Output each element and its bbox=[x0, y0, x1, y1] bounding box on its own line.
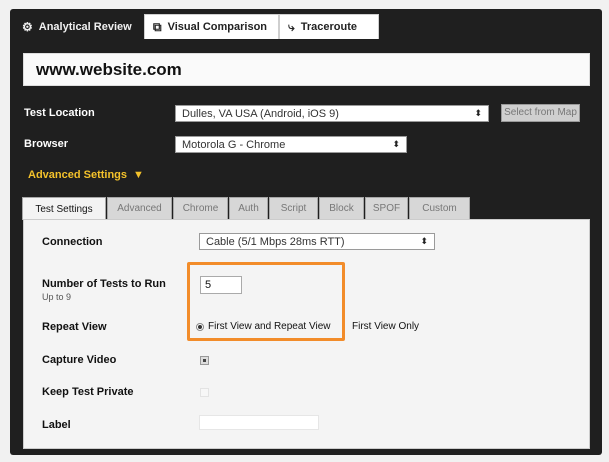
tab-chrome[interactable]: Chrome bbox=[173, 197, 228, 219]
test-location-select[interactable]: Dulles, VA USA (Android, iOS 9) ⬍ bbox=[175, 105, 489, 122]
select-arrow-icon: ⬍ bbox=[474, 108, 482, 118]
select-arrow-icon: ⬍ bbox=[420, 236, 428, 246]
keep-private-checkbox[interactable] bbox=[200, 388, 209, 397]
radio-label: First View Only bbox=[352, 321, 420, 332]
test-location-label: Test Location bbox=[24, 107, 95, 119]
tab-analytical-review[interactable]: ⚙ Analytical Review bbox=[14, 14, 142, 39]
tab-spof[interactable]: SPOF bbox=[365, 197, 408, 219]
advanced-settings-label: Advanced Settings bbox=[28, 169, 128, 181]
advanced-settings-toggle[interactable]: Advanced Settings ▼ bbox=[28, 169, 144, 181]
tab-custom[interactable]: Custom bbox=[409, 197, 470, 219]
test-settings-panel: Connection Cable (5/1 Mbps 28ms RTT) ⬍ N… bbox=[23, 219, 590, 449]
keep-private-label: Keep Test Private bbox=[42, 386, 134, 398]
tab-label: Traceroute bbox=[300, 21, 357, 33]
capture-video-checkbox[interactable] bbox=[200, 356, 209, 365]
tab-label: Analytical Review bbox=[38, 20, 132, 33]
connection-select[interactable]: Cable (5/1 Mbps 28ms RTT) ⬍ bbox=[199, 233, 435, 250]
tab-block[interactable]: Block bbox=[319, 197, 364, 219]
num-tests-sublabel: Up to 9 bbox=[42, 292, 72, 302]
capture-video-label: Capture Video bbox=[42, 354, 117, 366]
tab-advanced[interactable]: Advanced bbox=[107, 197, 172, 219]
highlight-box bbox=[187, 262, 345, 341]
browser-select[interactable]: Motorola G - Chrome ⬍ bbox=[175, 136, 407, 153]
browser-label: Browser bbox=[24, 138, 69, 150]
tab-traceroute[interactable]: ⤷ Traceroute bbox=[279, 14, 379, 39]
radio-first-view-only[interactable]: First View Only bbox=[352, 321, 419, 332]
connection-label: Connection bbox=[42, 236, 103, 248]
select-arrow-icon: ⬍ bbox=[392, 139, 400, 149]
num-tests-label: Number of Tests to Run bbox=[42, 278, 166, 290]
connection-value: Cable (5/1 Mbps 28ms RTT) bbox=[206, 235, 345, 248]
tab-auth[interactable]: Auth bbox=[229, 197, 268, 219]
browser-value: Motorola G - Chrome bbox=[182, 138, 286, 151]
traceroute-icon: ⤷ bbox=[288, 20, 295, 34]
repeat-view-label: Repeat View bbox=[42, 321, 107, 333]
top-tab-bar: ⚙ Analytical Review ⧉ Visual Comparison … bbox=[10, 9, 602, 39]
select-from-map-button[interactable]: Select from Map bbox=[501, 104, 580, 122]
tab-script[interactable]: Script bbox=[269, 197, 318, 219]
caret-down-icon: ▼ bbox=[133, 169, 144, 181]
gear-icon: ⚙ bbox=[22, 19, 33, 34]
test-location-value: Dulles, VA USA (Android, iOS 9) bbox=[182, 107, 339, 120]
compare-icon: ⧉ bbox=[153, 20, 162, 34]
url-input[interactable]: www.website.com bbox=[23, 53, 590, 86]
tab-visual-comparison[interactable]: ⧉ Visual Comparison bbox=[144, 14, 279, 39]
tab-test-settings[interactable]: Test Settings bbox=[22, 197, 106, 220]
label-input[interactable] bbox=[199, 415, 319, 430]
tab-label: Visual Comparison bbox=[167, 21, 268, 33]
label-label: Label bbox=[42, 419, 71, 431]
test-panel: ⚙ Analytical Review ⧉ Visual Comparison … bbox=[10, 9, 602, 455]
